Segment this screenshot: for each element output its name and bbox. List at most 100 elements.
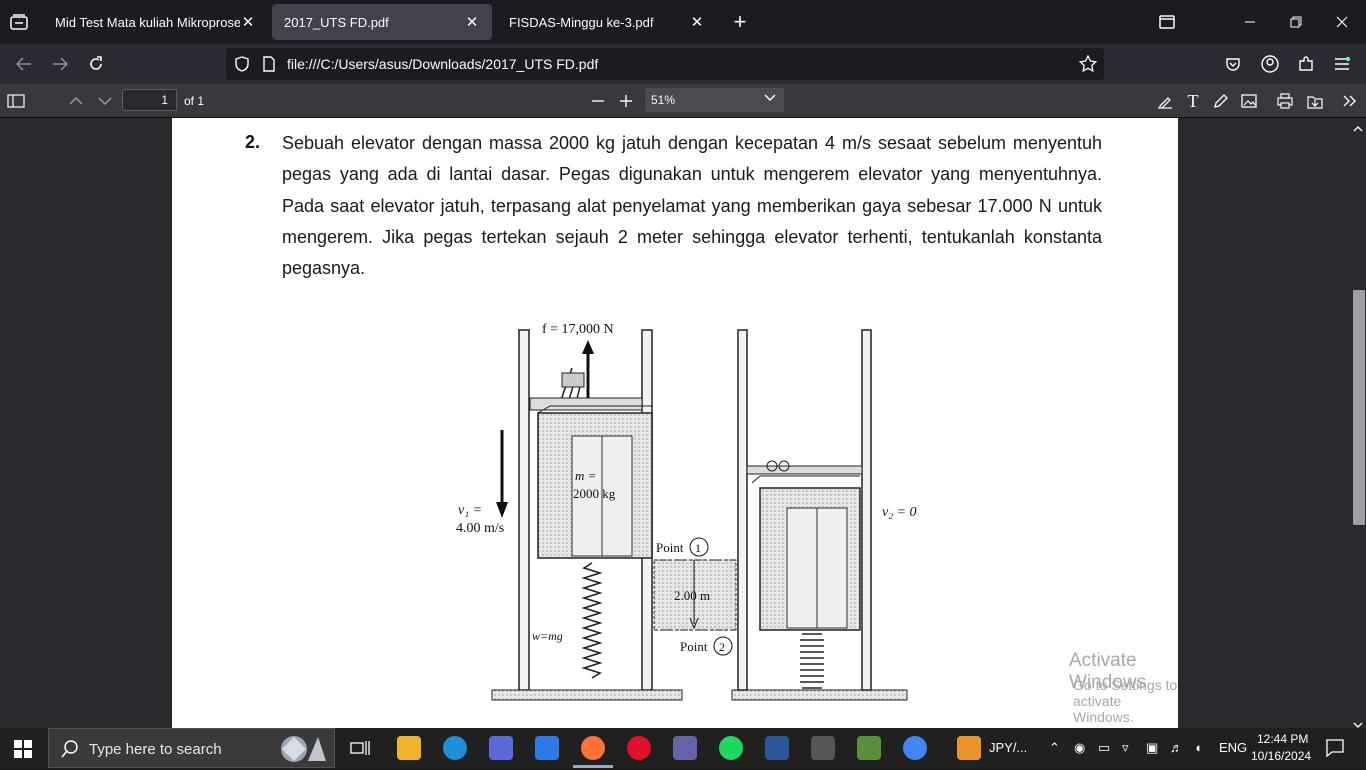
- right-shaft-rail: [861, 329, 872, 691]
- text-tool-icon[interactable]: T: [1183, 91, 1203, 111]
- svg-text:2: 2: [719, 640, 725, 654]
- zoom-in-icon[interactable]: [616, 91, 636, 111]
- app-icon[interactable]: [489, 736, 513, 760]
- clock-date[interactable]: 10/16/2024: [1251, 749, 1311, 763]
- svg-text:4.00 m/s: 4.00 m/s: [456, 521, 504, 536]
- page-number-input[interactable]: 1: [122, 89, 177, 111]
- edge-icon[interactable]: [443, 736, 467, 760]
- zoom-out-icon[interactable]: [588, 91, 608, 111]
- ground: [491, 689, 683, 701]
- vertical-scrollbar[interactable]: [1350, 118, 1366, 728]
- pdf-viewer[interactable]: 2. Sebuah elevator dengan massa 2000 kg …: [0, 118, 1366, 728]
- reload-icon[interactable]: [86, 54, 106, 74]
- search-icon: [61, 740, 79, 763]
- scroll-up-icon[interactable]: [1353, 120, 1363, 138]
- volume-icon[interactable]: ♬: [1170, 740, 1183, 755]
- previous-page-icon[interactable]: [66, 91, 86, 111]
- bookmark-star-icon[interactable]: [1078, 54, 1098, 74]
- file-explorer-icon[interactable]: [397, 736, 421, 760]
- shield-icon[interactable]: [232, 54, 252, 74]
- svg-text:Point: Point: [680, 639, 708, 654]
- scrollbar-thumb[interactable]: [1353, 290, 1365, 525]
- minimize-icon[interactable]: [1240, 12, 1260, 32]
- forward-icon[interactable]: [50, 54, 70, 74]
- zoom-value: 51%: [651, 93, 676, 107]
- extensions-icon[interactable]: [1296, 54, 1316, 74]
- account-icon[interactable]: [1260, 54, 1280, 74]
- teams-icon[interactable]: [673, 736, 697, 760]
- battery-icon[interactable]: ▭: [1098, 740, 1110, 756]
- elevator-figure: f = 17,000 N m = 2000 kg v₁ = 4.00 m/s w…: [456, 322, 917, 701]
- tools-menu-icon[interactable]: [1340, 91, 1360, 111]
- highlight-icon[interactable]: [1155, 91, 1175, 111]
- scroll-down-icon[interactable]: [1353, 716, 1363, 728]
- question-line: mengerem. Jika pegas tertekan sejauh 2 m…: [282, 227, 1102, 247]
- force-label: f = 17,000 N: [542, 322, 614, 337]
- pdf-page: 2. Sebuah elevator dengan massa 2000 kg …: [172, 118, 1178, 728]
- svg-text:m =: m =: [575, 468, 596, 483]
- print-icon[interactable]: [1275, 91, 1295, 111]
- notification-app-icon[interactable]: ▣: [1146, 740, 1158, 756]
- close-window-icon[interactable]: [1332, 12, 1352, 32]
- currency-widget-icon[interactable]: [957, 736, 981, 760]
- next-page-icon[interactable]: [95, 91, 115, 111]
- wifi-icon[interactable]: ◖: [1194, 740, 1202, 755]
- save-icon[interactable]: [1305, 91, 1325, 111]
- windows-start-icon[interactable]: [14, 740, 32, 763]
- restore-icon[interactable]: [1286, 12, 1306, 32]
- notepad-icon[interactable]: [857, 736, 881, 760]
- window-icon[interactable]: [1156, 12, 1178, 32]
- pocket-icon[interactable]: [1223, 54, 1243, 74]
- opera-icon[interactable]: [627, 736, 651, 760]
- svg-text:Point: Point: [656, 540, 684, 555]
- chevron-up-icon[interactable]: ⌃: [1049, 740, 1060, 756]
- close-icon[interactable]: ✕: [689, 13, 705, 31]
- svg-text:2.00 m: 2.00 m: [674, 588, 710, 603]
- taskbar-search-box[interactable]: Type here to search: [48, 728, 335, 768]
- notifications-icon[interactable]: [1326, 739, 1344, 762]
- tab-uts-fd[interactable]: 2017_UTS FD.pdf ✕: [272, 4, 492, 40]
- tab-fisdas[interactable]: FISDAS-Minggu ke-3.pdf ✕: [497, 4, 717, 40]
- word-icon[interactable]: [765, 736, 789, 760]
- clock-time[interactable]: 12:44 PM: [1257, 732, 1308, 746]
- question-number: 2.: [245, 132, 261, 152]
- image-tool-icon[interactable]: [1239, 91, 1259, 111]
- close-icon[interactable]: ✕: [240, 13, 256, 31]
- windows-taskbar: Type here to search JPY/... ⌃ ◉ ▭ ▿ ▣ ♬ …: [0, 728, 1366, 768]
- back-icon[interactable]: [14, 54, 34, 74]
- ground: [731, 689, 908, 701]
- svg-text:2000 kg: 2000 kg: [573, 486, 616, 501]
- question-line: Sebuah elevator dengan massa 2000 kg jat…: [282, 133, 1102, 153]
- draw-icon[interactable]: [1211, 91, 1231, 111]
- camera-icon[interactable]: ◉: [1074, 740, 1085, 756]
- app-icon[interactable]: [811, 736, 835, 760]
- spotify-icon[interactable]: [719, 736, 743, 760]
- store-icon[interactable]: [535, 736, 559, 760]
- left-shaft-rail: [518, 329, 530, 691]
- tab-mid-test[interactable]: Mid Test Mata kuliah Mikroprosesor ✕: [43, 4, 268, 40]
- new-tab-icon[interactable]: +: [728, 9, 752, 34]
- page-icon[interactable]: [259, 54, 279, 74]
- navigation-toolbar: file:///C:/Users/asus/Downloads/2017_UTS…: [0, 44, 1366, 84]
- close-icon[interactable]: ✕: [464, 13, 480, 31]
- spring-right: [800, 633, 824, 689]
- menu-icon[interactable]: [1332, 54, 1352, 74]
- question-line: Pada saat elevator jatuh, terpasang alat…: [282, 196, 1102, 216]
- network-icon[interactable]: ▿: [1122, 740, 1129, 756]
- url-bar[interactable]: file:///C:/Users/asus/Downloads/2017_UTS…: [226, 48, 1104, 80]
- activation-watermark-subtitle: Go to Settings to activate Windows.: [1073, 677, 1178, 725]
- svg-text:v₂ = 0: v₂ = 0: [882, 505, 917, 520]
- pdf-toolbar: 1 of 1 51% T: [0, 84, 1366, 118]
- currency-widget-label[interactable]: JPY/...: [989, 740, 1027, 755]
- firefox-icon[interactable]: [581, 736, 605, 760]
- language-indicator[interactable]: ENG: [1219, 740, 1247, 755]
- list-all-tabs-icon[interactable]: [8, 12, 30, 32]
- sidebar-toggle-icon[interactable]: [6, 91, 26, 111]
- tab-label: 2017_UTS FD.pdf: [284, 14, 389, 30]
- search-highlight-icon: [264, 733, 330, 765]
- question-line: pegas yang ada di lantai dasar. Pegas di…: [282, 164, 1102, 184]
- task-view-icon[interactable]: [350, 739, 370, 762]
- chrome-icon[interactable]: [903, 736, 927, 760]
- chevron-down-icon: [764, 92, 776, 106]
- zoom-select[interactable]: 51%: [645, 88, 784, 112]
